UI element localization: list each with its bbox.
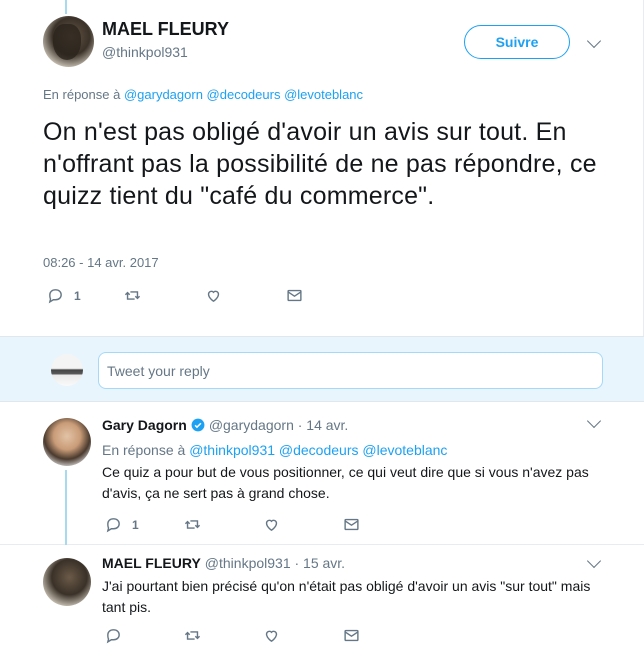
reply-tweet[interactable]: MAEL FLEURY @thinkpol931 · 15 avr. J'ai … [0,545,644,657]
retweet-icon [124,291,141,300]
verified-icon [191,418,205,432]
reply-action[interactable]: 1 [47,287,81,304]
chevron-down-icon[interactable] [586,413,602,429]
reply-mentions[interactable]: @garydagorn @decodeurs @levoteblanc [124,87,363,102]
author-name[interactable]: MAEL FLEURY [102,19,229,40]
follow-button[interactable]: Suivre [464,25,570,59]
author-meta[interactable]: @thinkpol931 · 15 avr. [205,555,345,571]
reply-count: 1 [74,288,81,303]
reply-context: En réponse à @garydagorn @decodeurs @lev… [43,87,363,102]
avatar[interactable] [43,16,94,67]
retweet-icon [184,520,201,529]
message-icon [344,629,359,642]
heart-icon [207,290,220,303]
reply-input[interactable]: Tweet your reply [98,352,603,389]
author-name[interactable]: MAEL FLEURY [102,555,201,571]
retweet-action[interactable] [184,627,201,644]
thread-line [65,0,67,14]
like-action[interactable] [263,516,280,533]
dm-action[interactable] [286,287,303,304]
heart-icon [265,630,278,643]
retweet-action[interactable] [124,287,141,304]
heart-icon [265,519,278,532]
author-handle[interactable]: @thinkpol931 [102,44,188,60]
tweet-text: Ce quiz a pour but de vous positionner, … [102,464,589,501]
like-action[interactable] [263,627,280,644]
thread-line [65,470,67,545]
reply-action[interactable]: 1 [105,516,139,533]
dm-action[interactable] [343,516,360,533]
reply-context: En réponse à @thinkpol931 @decodeurs @le… [102,442,447,458]
like-action[interactable] [205,287,222,304]
reply-count: 1 [132,517,139,532]
avatar[interactable] [43,418,91,466]
reply-header: MAEL FLEURY @thinkpol931 · 15 avr. [102,555,345,571]
message-icon [287,289,302,302]
author-name[interactable]: Gary Dagorn [102,417,187,433]
reply-prefix: En réponse à [102,442,186,458]
chevron-down-icon[interactable] [586,553,602,569]
reply-icon [106,518,120,533]
tweet-text: On n'est pas obligé d'avoir un avis sur … [43,118,597,210]
avatar [51,354,83,386]
retweet-icon [184,631,201,640]
reply-icon [48,289,62,304]
author-meta[interactable]: @garydagorn · 14 avr. [209,417,349,433]
avatar[interactable] [43,558,91,606]
dm-action[interactable] [343,627,360,644]
retweet-action[interactable] [184,516,201,533]
chevron-down-icon[interactable] [586,33,602,49]
reply-tweet[interactable]: Gary Dagorn @garydagorn · 14 avr. En rép… [0,402,644,545]
reply-icon [106,629,120,644]
reply-prefix: En réponse à [43,87,121,102]
main-tweet: MAEL FLEURY @thinkpol931 Suivre En répon… [0,0,644,336]
tweet-timestamp[interactable]: 08:26 - 14 avr. 2017 [43,255,159,270]
reply-mentions[interactable]: @thinkpol931 @decodeurs @levoteblanc [189,442,447,458]
reply-action[interactable] [105,627,122,644]
reply-composer: Tweet your reply [0,336,644,402]
message-icon [344,518,359,531]
tweet-text: J'ai pourtant bien précisé qu'on n'était… [102,578,591,615]
reply-header: Gary Dagorn @garydagorn · 14 avr. [102,417,348,433]
